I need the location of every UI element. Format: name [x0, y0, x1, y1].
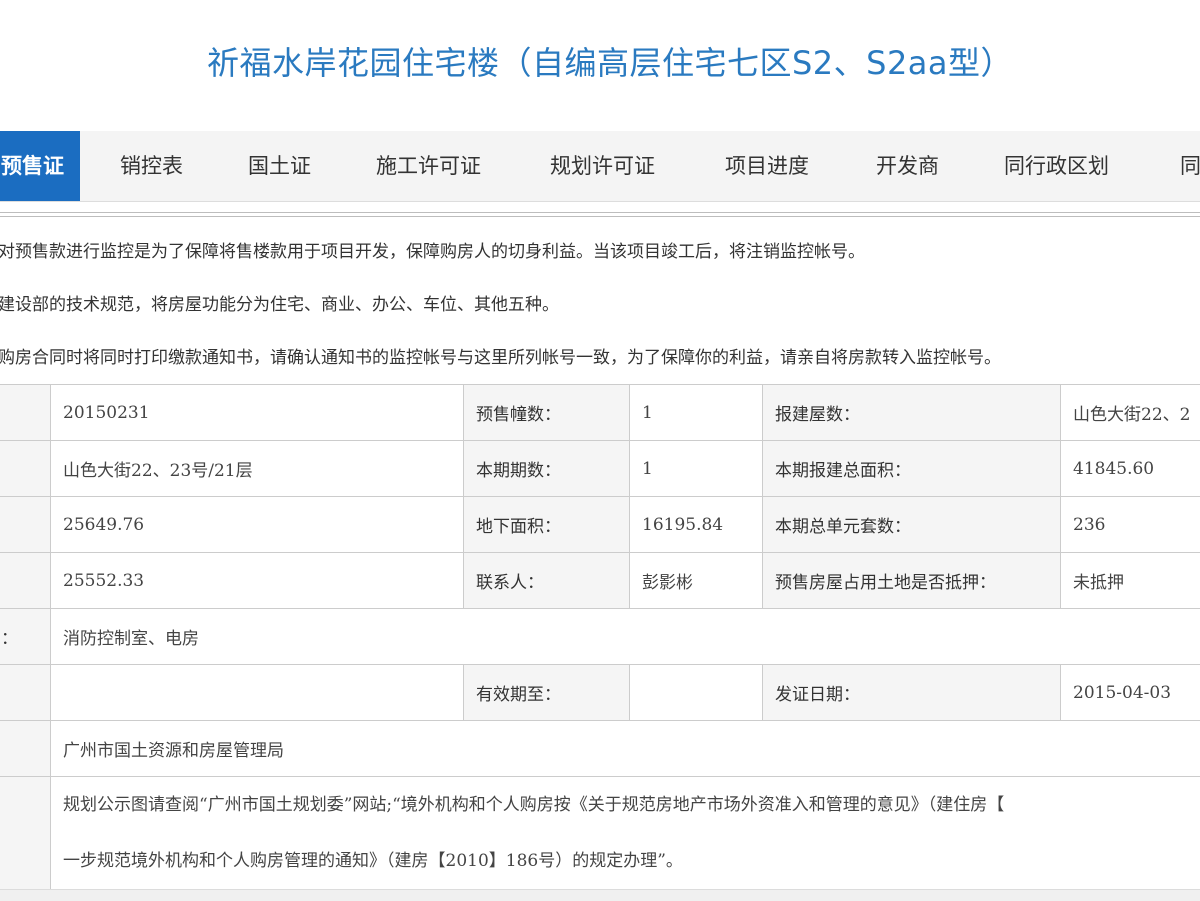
table-row: 25649.76 地下面积： 16195.84 本期总单元套数： 236 — [0, 497, 1200, 553]
row-label — [0, 385, 51, 441]
cell-value: 25649.76 — [51, 497, 464, 553]
cell-label: 预售幢数： — [464, 385, 630, 441]
notice-text: 建设部的技术规范，将房屋功能分为住宅、商业、办公、车位、其他五种。 — [0, 295, 559, 315]
tab-sales-control[interactable]: 销控表 — [120, 131, 183, 201]
table-row: 山色大街22、23号/21层 本期期数： 1 本期报建总面积： 41845.60 — [0, 441, 1200, 497]
cell-label: 预售房屋占用土地是否抵押： — [763, 553, 1061, 609]
tab-same-more[interactable]: 同 — [1180, 131, 1200, 201]
cell-value: 16195.84 — [630, 497, 763, 553]
notice-line: 对预售款进行监控是为了保障将售楼款用于项目开发，保障购房人的切身利益。当该项目竣… — [0, 238, 1200, 266]
tab-land-cert[interactable]: 国土证 — [248, 131, 311, 201]
tab-developer[interactable]: 开发商 — [876, 131, 939, 201]
cell-value: 未抵押 — [1061, 553, 1200, 609]
notice-line: 建设部的技术规范，将房屋功能分为住宅、商业、办公、车位、其他五种。 — [0, 291, 1200, 319]
page-title: 祈福水岸花园住宅楼（自编高层住宅七区S2、S2aa型） — [0, 38, 1200, 84]
cell-value: 广州市国土资源和房屋管理局 — [51, 721, 1200, 777]
table-row: 规划公示图请查阅“广州市国土规划委”网站;“境外机构和个人购房按《关于规范房地产… — [0, 777, 1200, 890]
cell-value — [51, 665, 464, 721]
notice-line: 购房合同时将同时打印缴款通知书，请确认通知书的监控帐号与这里所列帐号一致，为了保… — [0, 344, 1200, 372]
cell-label: 地下面积： — [464, 497, 630, 553]
row-label — [0, 777, 51, 890]
remark-line: 一步规范境外机构和个人购房管理的通知》（建房【2010】186号）的规定办理”。 — [63, 833, 1200, 889]
bottom-scroll-area — [0, 889, 1200, 901]
cell-value: 41845.60 — [1061, 441, 1200, 497]
row-label: ： — [0, 609, 51, 665]
tab-planning-permit[interactable]: 规划许可证 — [550, 131, 655, 201]
cell-value: 山色大街22、2 — [1061, 385, 1200, 441]
tab-same-district[interactable]: 同行政区划 — [1004, 131, 1109, 201]
cell-label: 本期报建总面积： — [763, 441, 1061, 497]
table-row: 20150231 预售幢数： 1 报建屋数： 山色大街22、2 — [0, 385, 1200, 441]
row-label — [0, 497, 51, 553]
cell-label: 联系人： — [464, 553, 630, 609]
cell-value: 236 — [1061, 497, 1200, 553]
table-row: 有效期至： 发证日期： 2015-04-03 — [0, 665, 1200, 721]
cell-value: 1 — [630, 385, 763, 441]
table-row: 25552.33 联系人： 彭影彬 预售房屋占用土地是否抵押： 未抵押 — [0, 553, 1200, 609]
row-label — [0, 553, 51, 609]
cell-label: 发证日期： — [763, 665, 1061, 721]
notice-text: 购房合同时将同时打印缴款通知书，请确认通知书的监控帐号与这里所列帐号一致，为了保… — [0, 348, 1001, 368]
table-row: ： 消防控制室、电房 — [0, 609, 1200, 665]
cell-value: 25552.33 — [51, 553, 464, 609]
cell-value: 消防控制室、电房 — [51, 609, 1200, 665]
presale-info-table: 20150231 预售幢数： 1 报建屋数： 山色大街22、2 山色大街22、2… — [0, 384, 1200, 890]
tab-construction-permit[interactable]: 施工许可证 — [376, 131, 481, 201]
cell-label: 报建屋数： — [763, 385, 1061, 441]
cell-label: 本期总单元套数： — [763, 497, 1061, 553]
notice-text: 对预售款进行监控是为了保障将售楼款用于项目开发，保障购房人的切身利益。当该项目竣… — [0, 242, 865, 262]
row-label — [0, 721, 51, 777]
cell-value: 彭影彬 — [630, 553, 763, 609]
cell-value: 2015-04-03 — [1061, 665, 1200, 721]
cell-value: 山色大街22、23号/21层 — [51, 441, 464, 497]
tab-presale-cert[interactable]: 预售证 — [0, 131, 80, 201]
cell-value — [630, 665, 763, 721]
cell-value: 1 — [630, 441, 763, 497]
row-label — [0, 665, 51, 721]
tab-bar: 预售证 销控表 国土证 施工许可证 规划许可证 项目进度 开发商 同行政区划 同 — [0, 131, 1200, 202]
cell-label: 本期期数： — [464, 441, 630, 497]
row-label — [0, 441, 51, 497]
table-row: 广州市国土资源和房屋管理局 — [0, 721, 1200, 777]
remark-cell: 规划公示图请查阅“广州市国土规划委”网站;“境外机构和个人购房按《关于规范房地产… — [51, 777, 1200, 890]
remark-line: 规划公示图请查阅“广州市国土规划委”网站;“境外机构和个人购房按《关于规范房地产… — [63, 777, 1200, 833]
divider — [0, 216, 1200, 217]
divider — [0, 212, 1200, 213]
tab-project-progress[interactable]: 项目进度 — [725, 131, 809, 201]
cell-value: 20150231 — [51, 385, 464, 441]
cell-label: 有效期至： — [464, 665, 630, 721]
